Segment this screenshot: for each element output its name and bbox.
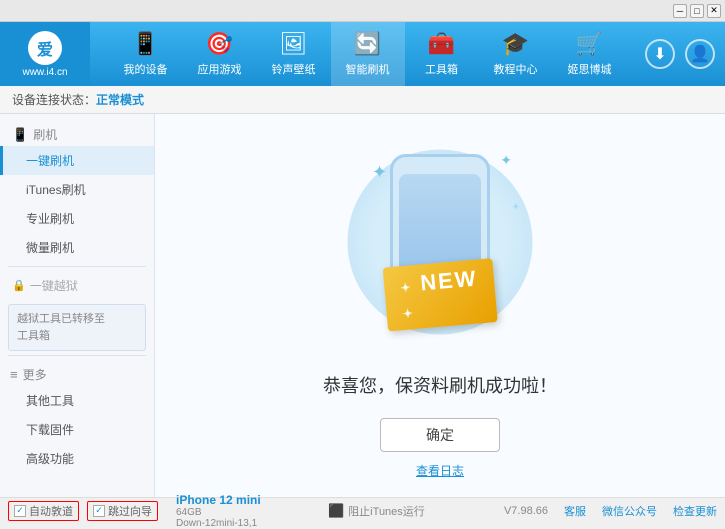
new-badge: ✦ NEW ✦ bbox=[383, 258, 498, 331]
bottom-stop[interactable]: ⬛ 阻止iTunes运行 bbox=[328, 503, 425, 519]
maximize-btn[interactable]: □ bbox=[690, 4, 704, 18]
sidebar-item-one-click[interactable]: 一键刷机 bbox=[0, 146, 154, 175]
content-area: ✦ ✦ ✦ ✦ NEW ✦ 恭喜您，保资料刷机成功啦！ 确定 查看日志 bbox=[155, 114, 725, 497]
nav-smart-flash[interactable]: 🔄 智能刷机 bbox=[331, 22, 405, 86]
checkbox-skip[interactable]: ✓ 跳过向导 bbox=[87, 501, 158, 521]
stop-icon: ⬛ bbox=[328, 503, 344, 519]
status-bar: 设备连接状态： 正常模式 bbox=[0, 86, 725, 114]
device-name: iPhone 12 mini bbox=[176, 493, 261, 507]
version-label: V7.98.66 bbox=[504, 505, 548, 517]
sidebar-lock-jailbreak: 🔒 一键越狱 bbox=[0, 271, 154, 300]
wechat-link[interactable]: 微信公众号 bbox=[602, 503, 657, 519]
confirm-button[interactable]: 确定 bbox=[380, 418, 500, 452]
flash-section-icon: 📱 bbox=[12, 127, 28, 143]
sidebar: 📱 刷机 一键刷机 iTunes刷机 专业刷机 微量刷机 🔒 一键越狱 越狱工具… bbox=[0, 114, 155, 497]
header: 爱 www.i4.cn 📱 我的设备 🎯 应用游戏 🖼 铃声壁纸 🔄 智能刷机 … bbox=[0, 22, 725, 86]
close-btn[interactable]: ✕ bbox=[707, 4, 721, 18]
lock-icon: 🔒 bbox=[12, 279, 26, 292]
logo[interactable]: 爱 www.i4.cn bbox=[0, 22, 90, 86]
sidebar-item-micro-flash[interactable]: 微量刷机 bbox=[0, 233, 154, 262]
app-game-icon: 🎯 bbox=[206, 31, 233, 57]
bottom-bar: ✓ 自动敦道 ✓ 跳过向导 iPhone 12 mini 64GB Down-1… bbox=[0, 497, 725, 523]
sidebar-item-other-tools[interactable]: 其他工具 bbox=[0, 386, 154, 415]
user-btn[interactable]: 👤 bbox=[685, 39, 715, 69]
smart-flash-icon: 🔄 bbox=[354, 31, 381, 57]
sidebar-divider-2 bbox=[8, 355, 146, 356]
toolbox-icon: 🧰 bbox=[428, 31, 455, 57]
checkbox-skip-label: 跳过向导 bbox=[108, 503, 152, 519]
device-storage: 64GB bbox=[176, 507, 261, 518]
sidebar-item-download-fw[interactable]: 下载固件 bbox=[0, 415, 154, 444]
device-info: iPhone 12 mini 64GB Down-12mini-13,1 bbox=[176, 493, 261, 529]
sidebar-section-flash-label: 刷机 bbox=[33, 126, 57, 143]
ringtone-icon: 🖼 bbox=[280, 31, 308, 57]
new-badge-star-left: ✦ bbox=[400, 280, 413, 295]
minimize-btn[interactable]: ─ bbox=[673, 4, 687, 18]
bottom-left: ✓ 自动敦道 ✓ 跳过向导 iPhone 12 mini 64GB Down-1… bbox=[8, 493, 328, 529]
logo-icon: 爱 bbox=[28, 31, 62, 65]
device-model: Down-12mini-13,1 bbox=[176, 518, 261, 529]
stop-label: 阻止iTunes运行 bbox=[348, 503, 425, 519]
nav-items: 📱 我的设备 🎯 应用游戏 🖼 铃声壁纸 🔄 智能刷机 🧰 工具箱 🎓 教程中心… bbox=[90, 22, 645, 86]
log-link[interactable]: 查看日志 bbox=[416, 462, 464, 479]
checkbox-auto-label: 自动敦道 bbox=[29, 503, 73, 519]
nav-my-device[interactable]: 📱 我的设备 bbox=[109, 22, 183, 86]
checkbox-skip-box[interactable]: ✓ bbox=[93, 505, 105, 517]
customer-service-link[interactable]: 客服 bbox=[564, 503, 586, 519]
illustration: ✦ ✦ ✦ ✦ NEW ✦ bbox=[330, 132, 550, 352]
nav-tutorial[interactable]: 🎓 教程中心 bbox=[479, 22, 553, 86]
sidebar-section-more: ≡ 更多 bbox=[0, 360, 154, 386]
download-btn[interactable]: ⬇ bbox=[645, 39, 675, 69]
sparkle-right-top: ✦ bbox=[500, 152, 512, 169]
sidebar-item-itunes[interactable]: iTunes刷机 bbox=[0, 175, 154, 204]
status-prefix: 设备连接状态： bbox=[12, 91, 96, 108]
sidebar-divider-1 bbox=[8, 266, 146, 267]
new-badge-star-right: ✦ bbox=[402, 306, 415, 321]
nav-right: ⬇ 👤 bbox=[645, 39, 725, 69]
sparkle-left: ✦ bbox=[372, 162, 387, 183]
bottom-right: V7.98.66 客服 微信公众号 检查更新 bbox=[504, 503, 717, 519]
nav-ringtone[interactable]: 🖼 铃声壁纸 bbox=[257, 22, 331, 86]
sidebar-item-pro-flash[interactable]: 专业刷机 bbox=[0, 204, 154, 233]
checkbox-auto[interactable]: ✓ 自动敦道 bbox=[8, 501, 79, 521]
sidebar-item-advanced[interactable]: 高级功能 bbox=[0, 444, 154, 473]
title-bar: ─ □ ✕ bbox=[0, 0, 725, 22]
checkbox-auto-box[interactable]: ✓ bbox=[14, 505, 26, 517]
nav-shop[interactable]: 🛒 姬思博城 bbox=[553, 22, 627, 86]
check-update-link[interactable]: 检查更新 bbox=[673, 503, 717, 519]
success-text: 恭喜您，保资料刷机成功啦！ bbox=[323, 372, 557, 398]
status-value: 正常模式 bbox=[96, 91, 144, 108]
more-section-icon: ≡ bbox=[10, 367, 18, 382]
shop-icon: 🛒 bbox=[576, 31, 603, 57]
sidebar-jailbreak-note: 越狱工具已转移至工具箱 bbox=[8, 304, 146, 351]
logo-site: www.i4.cn bbox=[22, 67, 67, 78]
my-device-icon: 📱 bbox=[132, 31, 159, 57]
nav-toolbox[interactable]: 🧰 工具箱 bbox=[405, 22, 479, 86]
main-layout: 📱 刷机 一键刷机 iTunes刷机 专业刷机 微量刷机 🔒 一键越狱 越狱工具… bbox=[0, 114, 725, 497]
nav-app-game[interactable]: 🎯 应用游戏 bbox=[183, 22, 257, 86]
sparkle-right-mid: ✦ bbox=[512, 202, 520, 213]
sidebar-section-flash: 📱 刷机 bbox=[0, 120, 154, 146]
tutorial-icon: 🎓 bbox=[502, 31, 529, 57]
